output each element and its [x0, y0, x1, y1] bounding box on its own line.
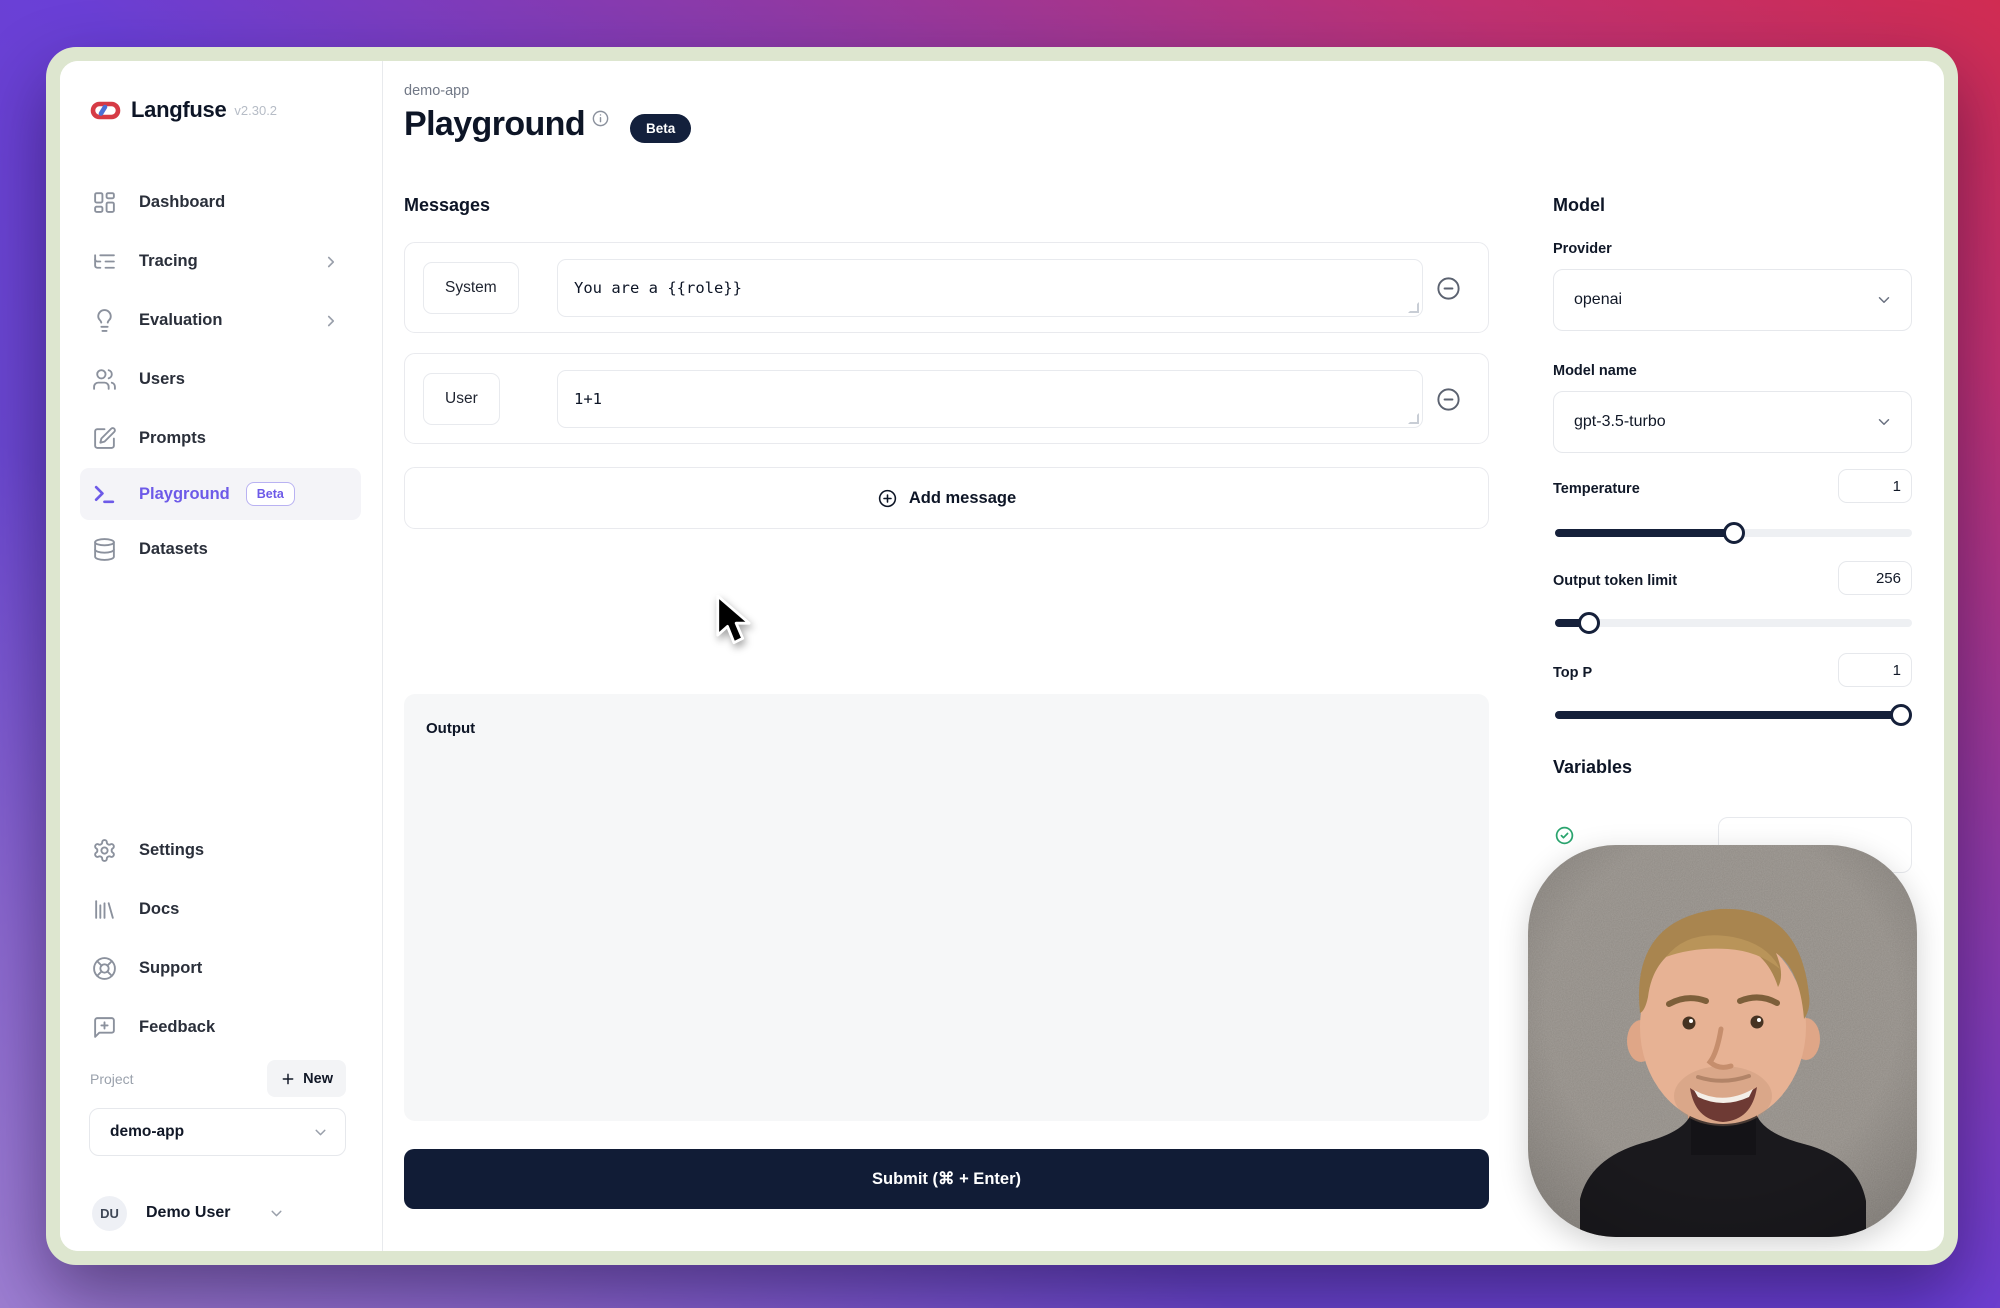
- project-selector[interactable]: demo-app: [89, 1108, 346, 1156]
- system-message-input[interactable]: You are a {{role}}: [557, 259, 1423, 317]
- chevron-down-icon: [268, 1205, 285, 1222]
- sidebar-item-users[interactable]: Users: [60, 350, 382, 409]
- role-button[interactable]: System: [423, 262, 519, 314]
- remove-message-button[interactable]: [1435, 275, 1462, 302]
- avatar: DU: [92, 1196, 127, 1231]
- output-panel: Output: [404, 694, 1489, 1121]
- library-icon: [92, 897, 117, 922]
- messages-heading: Messages: [404, 195, 490, 216]
- terminal-icon: [92, 482, 117, 507]
- sidebar-item-support[interactable]: Support: [60, 939, 382, 998]
- model-name-value: gpt-3.5-turbo: [1574, 413, 1875, 431]
- variables-heading: Variables: [1553, 757, 1632, 778]
- beta-badge: Beta: [630, 114, 691, 143]
- sidebar-item-settings[interactable]: Settings: [60, 821, 382, 880]
- app-window: Langfuse v2.30.2 Dashboard Tracing: [46, 47, 1958, 1265]
- page-header: Playground Beta: [404, 105, 691, 144]
- slider-thumb[interactable]: [1890, 704, 1912, 726]
- sidebar: Langfuse v2.30.2 Dashboard Tracing: [60, 61, 383, 1251]
- sidebar-item-tracing[interactable]: Tracing: [60, 232, 382, 291]
- plus-icon: [280, 1071, 296, 1087]
- webcam-overlay: [1528, 845, 1917, 1237]
- temperature-slider[interactable]: [1555, 522, 1912, 544]
- output-label: Output: [426, 720, 475, 737]
- main-content: demo-app Playground Beta Messages System…: [404, 61, 1489, 1251]
- sidebar-footer-nav: Settings Docs Support Feedback: [60, 821, 382, 1057]
- sidebar-item-dashboard[interactable]: Dashboard: [60, 173, 382, 232]
- page-title: Playground: [404, 105, 585, 144]
- brand-row[interactable]: Langfuse v2.30.2: [90, 97, 277, 123]
- top-p-slider[interactable]: [1555, 704, 1912, 726]
- info-icon[interactable]: [591, 109, 610, 128]
- provider-select[interactable]: openai: [1553, 269, 1912, 331]
- new-project-button[interactable]: New: [267, 1060, 346, 1097]
- edit-icon: [92, 426, 117, 451]
- check-circle-icon: [1554, 825, 1575, 846]
- output-token-limit-slider[interactable]: [1555, 612, 1912, 634]
- user-menu[interactable]: DU Demo User: [92, 1189, 285, 1237]
- dashboard-icon: [92, 190, 117, 215]
- project-selector-value: demo-app: [110, 1123, 312, 1141]
- output-token-limit-label: Output token limit: [1553, 573, 1677, 589]
- sidebar-item-docs[interactable]: Docs: [60, 880, 382, 939]
- slider-thumb[interactable]: [1578, 612, 1600, 634]
- sidebar-item-playground[interactable]: Playground Beta: [80, 468, 361, 520]
- sidebar-item-datasets[interactable]: Datasets: [60, 520, 382, 579]
- temperature-value-input[interactable]: [1838, 469, 1912, 503]
- sidebar-item-feedback[interactable]: Feedback: [60, 998, 382, 1057]
- role-button[interactable]: User: [423, 373, 500, 425]
- temperature-label: Temperature: [1553, 481, 1640, 497]
- remove-message-button[interactable]: [1435, 386, 1462, 413]
- model-name-select[interactable]: gpt-3.5-turbo: [1553, 391, 1912, 453]
- lifebuoy-icon: [92, 956, 117, 981]
- langfuse-app: Langfuse v2.30.2 Dashboard Tracing: [60, 61, 1944, 1251]
- top-p-value-input[interactable]: [1838, 653, 1912, 687]
- app-version: v2.30.2: [234, 103, 277, 118]
- output-token-limit-value-input[interactable]: [1838, 561, 1912, 595]
- user-name: Demo User: [146, 1204, 230, 1222]
- user-message-input[interactable]: 1+1: [557, 370, 1423, 428]
- chevron-right-icon: [322, 253, 340, 271]
- sidebar-item-evaluation[interactable]: Evaluation: [60, 291, 382, 350]
- users-icon: [92, 367, 117, 392]
- sidebar-item-prompts[interactable]: Prompts: [60, 409, 382, 468]
- resize-handle[interactable]: [1408, 302, 1419, 313]
- sidebar-nav: Dashboard Tracing Evaluation: [60, 173, 382, 579]
- add-message-button[interactable]: Add message: [404, 467, 1489, 529]
- message-plus-icon: [92, 1015, 117, 1040]
- top-p-label: Top P: [1553, 665, 1592, 681]
- chevron-right-icon: [322, 312, 340, 330]
- message-row-system: System You are a {{role}}: [404, 242, 1489, 333]
- submit-button[interactable]: Submit (⌘ + Enter): [404, 1149, 1489, 1209]
- slider-thumb[interactable]: [1723, 522, 1745, 544]
- model-name-label: Model name: [1553, 363, 1637, 379]
- database-icon: [92, 537, 117, 562]
- message-row-user: User 1+1: [404, 353, 1489, 444]
- resize-handle[interactable]: [1408, 413, 1419, 424]
- project-label: Project: [90, 1071, 134, 1087]
- chevron-down-icon: [1875, 413, 1893, 431]
- project-row: Project New: [90, 1060, 346, 1097]
- lightbulb-icon: [92, 308, 117, 333]
- model-heading: Model: [1553, 195, 1605, 216]
- chevron-down-icon: [312, 1124, 329, 1141]
- breadcrumb[interactable]: demo-app: [404, 83, 469, 99]
- langfuse-logo-icon: [90, 98, 121, 122]
- plus-circle-icon: [877, 488, 898, 509]
- provider-value: openai: [1574, 291, 1875, 309]
- beta-badge: Beta: [246, 482, 295, 506]
- gear-icon: [92, 838, 117, 863]
- brand-name: Langfuse: [131, 97, 226, 123]
- chevron-down-icon: [1875, 291, 1893, 309]
- provider-label: Provider: [1553, 241, 1612, 257]
- tracing-icon: [92, 249, 117, 274]
